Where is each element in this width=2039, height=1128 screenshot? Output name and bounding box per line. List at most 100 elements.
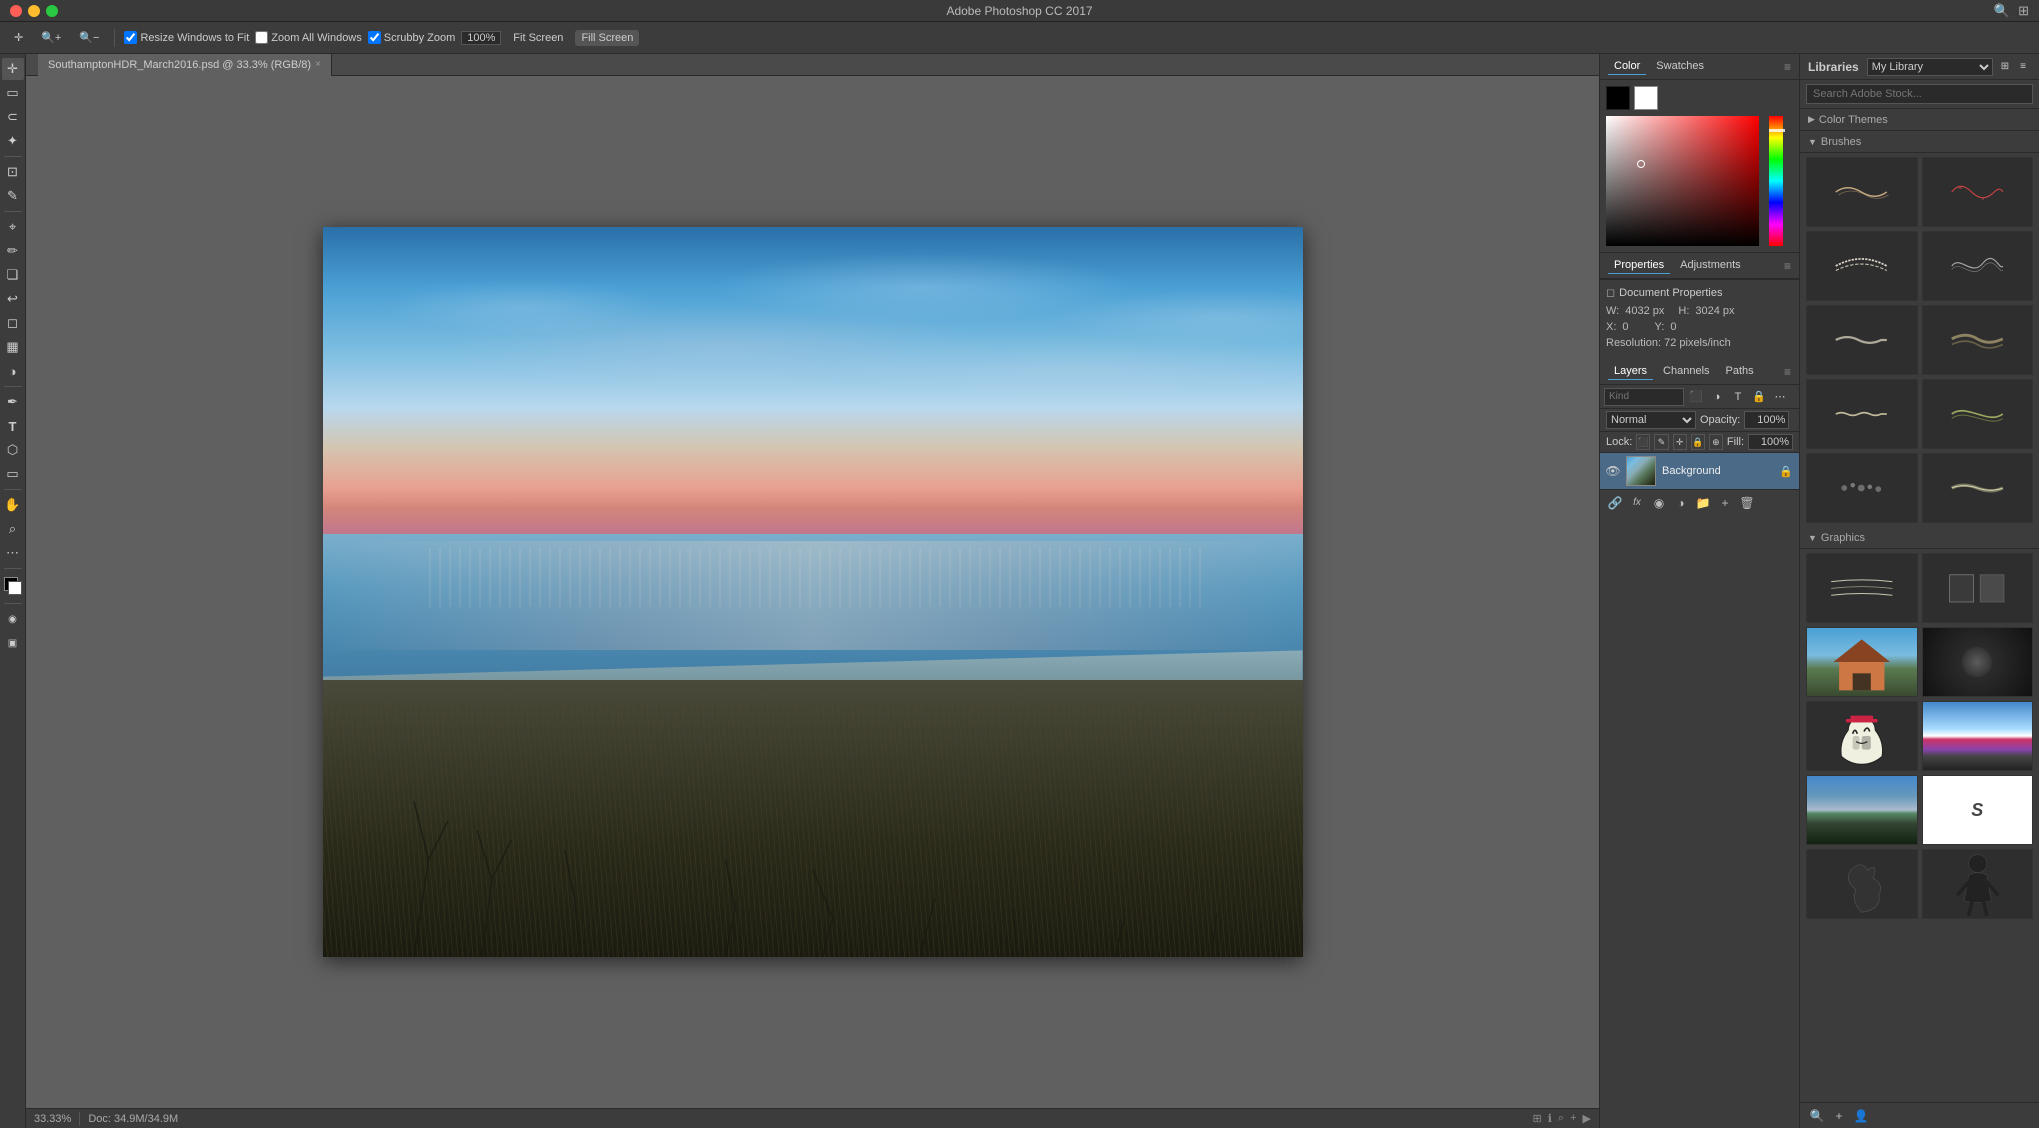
brush-item-7[interactable] [1806,379,1918,449]
brush-item-2[interactable] [1922,157,2034,227]
more-tools-btn[interactable]: ⋯ [2,542,24,564]
maximize-button[interactable] [46,5,58,17]
brush-item-1[interactable] [1806,157,1918,227]
brush-item-9[interactable] [1806,453,1918,523]
zoom-tool[interactable]: ⌕ [2,518,24,540]
crop-tool[interactable]: ⊡ [2,161,24,183]
search-icon[interactable]: 🔍 [1994,3,2010,19]
fg-bg-colors[interactable] [2,575,24,597]
add-adj-btn[interactable]: ◑ [1672,494,1690,512]
mask-mode-btn[interactable]: ◉ [2,608,24,630]
add-group-btn[interactable]: 📁 [1694,494,1712,512]
canvas-tab[interactable]: SouthamptonHDR_March2016.psd @ 33.3% (RG… [38,54,332,76]
zoom-in-btn[interactable]: 🔍+ [35,29,67,46]
lib-collab-btn[interactable]: 👤 [1852,1107,1870,1125]
hue-strip[interactable] [1769,116,1783,246]
layer-filter-more[interactable]: ⋯ [1771,388,1789,406]
layers-panel-collapse[interactable]: ≡ [1784,365,1791,379]
gradient-tool[interactable]: ▦ [2,336,24,358]
layer-visibility-btn[interactable]: 👁 [1606,464,1620,478]
fx-btn[interactable]: fx [1628,494,1646,512]
eraser-tool[interactable]: ◻ [2,312,24,334]
zoom-all-checkbox[interactable] [255,31,268,44]
link-layers-btn[interactable]: 🔗 [1606,494,1624,512]
tab-channels[interactable]: Channels [1657,363,1715,380]
tab-layers[interactable]: Layers [1608,363,1653,380]
layer-filter-smart[interactable]: 🔒 [1750,388,1768,406]
hand-tool[interactable]: ✋ [2,494,24,516]
layer-filter-pixel[interactable]: ⬛ [1687,388,1705,406]
graphic-item-2[interactable] [1922,553,2034,623]
dodge-tool[interactable]: ◑ [2,360,24,382]
lock-artboard-btn[interactable]: ✛ [1673,434,1687,450]
eyedropper-tool[interactable]: ✎ [2,185,24,207]
move-tool-btn[interactable]: ✛ [8,29,29,46]
graphic-item-10[interactable] [1922,849,2034,919]
graphic-item-6[interactable] [1922,701,2034,771]
marquee-tool[interactable]: ▭ [2,82,24,104]
status-plus-icon[interactable]: + [1570,1112,1576,1125]
screen-mode-btn[interactable]: ▣ [2,632,24,654]
graphics-header[interactable]: ▼ Graphics [1800,527,2039,549]
shape-tool[interactable]: ▭ [2,463,24,485]
lib-grid-view-btn[interactable]: ⊞ [1997,59,2013,75]
history-tool[interactable]: ↩ [2,288,24,310]
layer-filter-adj[interactable]: ◑ [1708,388,1726,406]
foreground-swatch[interactable] [1606,86,1630,110]
lib-add-btn[interactable]: + [1830,1107,1848,1125]
status-arrange-icon[interactable]: ⊞ [1533,1112,1542,1125]
lock-pixels-btn[interactable]: ⬛ [1636,434,1650,450]
color-themes-header[interactable]: ▶ Color Themes [1800,109,2039,131]
color-spectrum[interactable] [1606,116,1759,246]
graphic-item-7[interactable] [1806,775,1918,845]
lib-search-input[interactable] [1806,84,2033,104]
clone-tool[interactable]: ❏ [2,264,24,286]
graphic-item-9[interactable] [1806,849,1918,919]
graphic-item-4[interactable] [1922,627,2034,697]
delete-layer-btn[interactable]: 🗑 [1738,494,1756,512]
lock-all-btn[interactable]: 🔒 [1691,434,1705,450]
tab-properties[interactable]: Properties [1608,257,1670,274]
layer-filter-text[interactable]: T [1729,388,1747,406]
brush-item-5[interactable] [1806,305,1918,375]
status-zoom-icon[interactable]: ⌕ [1558,1112,1564,1125]
lock-position-btn[interactable]: ✎ [1654,434,1668,450]
layers-search-input[interactable] [1604,388,1684,406]
brush-item-8[interactable] [1922,379,2034,449]
status-info-icon[interactable]: ℹ [1548,1112,1552,1125]
tab-paths[interactable]: Paths [1720,363,1760,380]
add-mask-btn[interactable]: ◉ [1650,494,1668,512]
fit-screen-btn[interactable]: Fit Screen [507,30,569,46]
new-layer-btn[interactable]: + [1716,494,1734,512]
tab-close-btn[interactable]: × [315,59,321,70]
graphic-item-3[interactable] [1806,627,1918,697]
fill-input[interactable] [1748,434,1793,450]
canvas-viewport[interactable] [26,76,1599,1108]
tab-color[interactable]: Color [1608,58,1646,75]
brush-item-6[interactable] [1922,305,2034,375]
healing-tool[interactable]: ⌖ [2,216,24,238]
lib-list-view-btn[interactable]: ≡ [2015,59,2031,75]
brush-item-10[interactable] [1922,453,2034,523]
status-arrow-icon[interactable]: ▶ [1583,1112,1591,1125]
zoom-out-btn[interactable]: 🔍− [73,29,105,46]
move-tool[interactable]: ✛ [2,58,24,80]
brushes-header[interactable]: ▼ Brushes [1800,131,2039,153]
fill-screen-btn[interactable]: Fill Screen [575,30,639,46]
tab-adjustments[interactable]: Adjustments [1674,257,1747,274]
text-tool[interactable]: T [2,415,24,437]
pen-tool[interactable]: ✒ [2,391,24,413]
lock-auto-btn[interactable]: ⊕ [1709,434,1723,450]
lasso-tool[interactable]: ⊂ [2,106,24,128]
brush-item-3[interactable] [1806,231,1918,301]
tab-swatches[interactable]: Swatches [1650,58,1710,75]
color-panel-collapse[interactable]: ≡ [1784,60,1791,74]
background-swatch[interactable] [1634,86,1658,110]
graphic-item-8[interactable]: S [1922,775,2034,845]
path-selection-tool[interactable]: ⬡ [2,439,24,461]
arrange-icon[interactable]: ⊞ [2018,3,2029,19]
scrubby-zoom-checkbox[interactable] [368,31,381,44]
library-select[interactable]: My Library [1867,58,1993,76]
brush-item-4[interactable] [1922,231,2034,301]
props-panel-collapse[interactable]: ≡ [1784,259,1791,273]
